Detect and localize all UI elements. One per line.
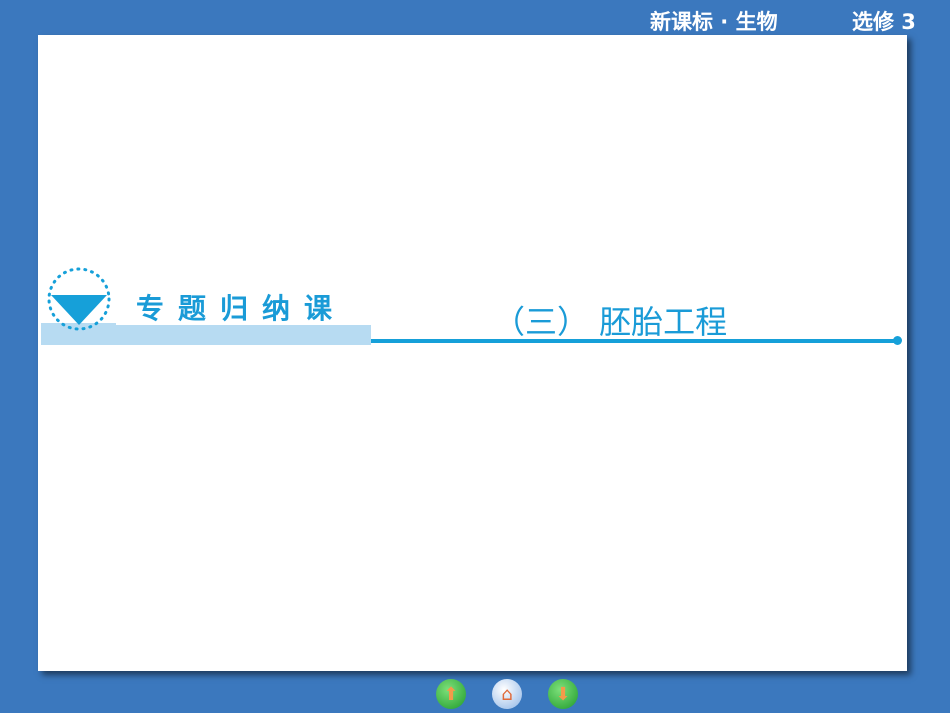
- header-volume: 选修 3: [852, 10, 916, 34]
- down-triangle-icon: [47, 267, 111, 331]
- down-arrow-icon: ⬇: [555, 683, 571, 705]
- home-button[interactable]: ⌂: [492, 679, 522, 709]
- slide-title: （三） 胚胎工程: [493, 303, 728, 341]
- header-subject: 新课标 · 生物: [650, 10, 778, 34]
- line-end-dot: [893, 336, 902, 345]
- home-icon: ⌂: [501, 683, 513, 705]
- slide: 专题归纳课 （三） 胚胎工程: [38, 35, 907, 671]
- up-arrow-icon: ⬆: [443, 683, 459, 705]
- previous-button[interactable]: ⬆: [436, 679, 466, 709]
- section-label: 专题归纳课: [136, 292, 347, 325]
- next-button[interactable]: ⬇: [548, 679, 578, 709]
